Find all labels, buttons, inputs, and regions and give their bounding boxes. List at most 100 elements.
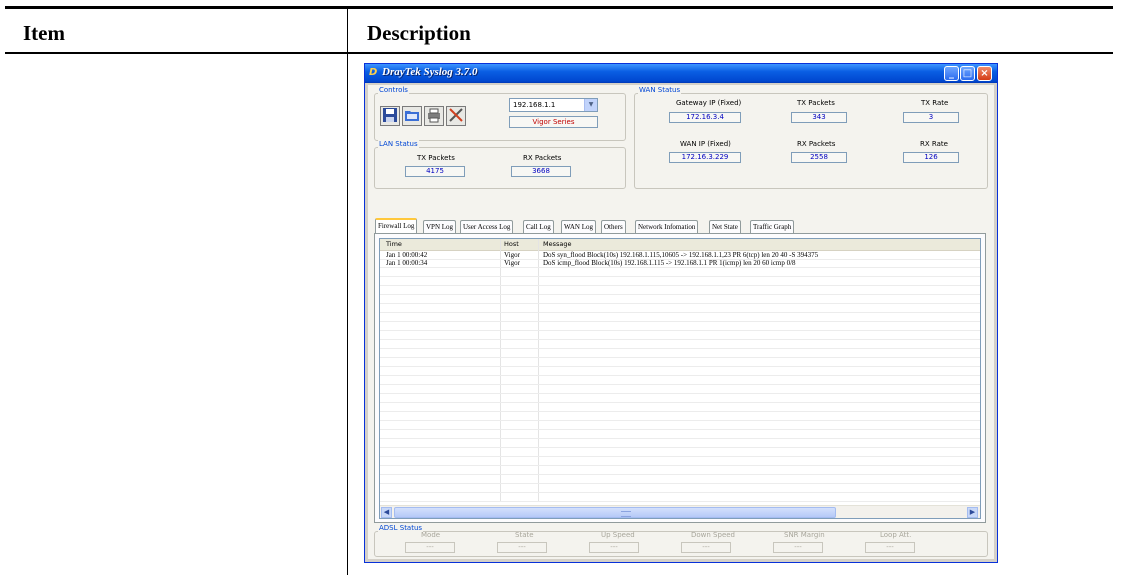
window-client-area: Controls 192.168.1.1 ▼ Vigor Series LAN … bbox=[368, 85, 994, 559]
column-message[interactable]: Message bbox=[543, 240, 572, 249]
tab-others[interactable]: Others bbox=[601, 220, 626, 233]
lan-tx-label: TX Packets bbox=[417, 154, 455, 162]
adsl-state-label: State bbox=[515, 531, 534, 539]
empty-row bbox=[380, 313, 980, 322]
empty-row bbox=[380, 358, 980, 367]
column-header-description: Description bbox=[367, 21, 471, 45]
adsl-status-group-label: ADSL Status bbox=[378, 524, 424, 532]
rx-rate-label: RX Rate bbox=[920, 140, 948, 148]
tab-user-access-log[interactable]: User Access Log bbox=[460, 220, 514, 233]
wan-status-group-label: WAN Status bbox=[638, 86, 682, 94]
empty-row bbox=[380, 484, 980, 493]
column-divider bbox=[347, 9, 348, 52]
wan-rx-packets-label: RX Packets bbox=[797, 140, 836, 148]
lan-status-group: LAN Status TX Packets 4175 RX Packets 36… bbox=[374, 140, 626, 189]
adsl-mode-label: Mode bbox=[421, 531, 441, 539]
tx-rate-label: TX Rate bbox=[921, 99, 949, 107]
gateway-ip-value: 172.16.3.4 bbox=[669, 112, 741, 123]
empty-row bbox=[380, 340, 980, 349]
adsl-down-speed-label: Down Speed bbox=[691, 531, 736, 539]
log-list-header: Time Host Message bbox=[380, 239, 980, 251]
wan-status-group: WAN Status Gateway IP (Fixed) 172.16.3.4… bbox=[634, 86, 988, 189]
empty-row bbox=[380, 277, 980, 286]
empty-row bbox=[380, 376, 980, 385]
empty-row bbox=[380, 439, 980, 448]
controls-group-label: Controls bbox=[378, 86, 409, 94]
empty-row bbox=[380, 295, 980, 304]
tools-icon[interactable] bbox=[446, 106, 466, 126]
tab-traffic-graph[interactable]: Traffic Graph bbox=[750, 220, 795, 233]
tab-net-state[interactable]: Net State bbox=[709, 220, 741, 233]
wan-tx-packets-label: TX Packets bbox=[797, 99, 835, 107]
row-host: Vigor bbox=[504, 251, 520, 259]
grip-icon bbox=[621, 511, 631, 517]
chevron-down-icon[interactable]: ▼ bbox=[584, 99, 597, 111]
empty-row bbox=[380, 385, 980, 394]
row-message: DoS syn_flood Block(10s) 192.168.1.115,1… bbox=[543, 251, 819, 259]
router-series-label: Vigor Series bbox=[509, 116, 598, 128]
adsl-snr-margin-value: --- bbox=[773, 542, 823, 553]
tab-network-information[interactable]: Network Infomation bbox=[635, 220, 699, 233]
column-time[interactable]: Time bbox=[386, 240, 402, 249]
empty-row bbox=[380, 331, 980, 340]
rx-rate-value: 126 bbox=[903, 152, 959, 163]
minimize-button[interactable]: _ bbox=[944, 66, 959, 81]
close-button[interactable]: × bbox=[977, 66, 992, 81]
tx-rate-value: 3 bbox=[903, 112, 959, 123]
adsl-up-speed-label: Up Speed bbox=[601, 531, 635, 539]
maximize-button[interactable]: □ bbox=[960, 66, 975, 81]
gateway-ip-label: Gateway IP (Fixed) bbox=[676, 99, 742, 107]
scrollbar-thumb[interactable] bbox=[394, 507, 836, 518]
save-icon[interactable] bbox=[380, 106, 400, 126]
column-host[interactable]: Host bbox=[504, 240, 519, 249]
firewall-log-panel: Time Host Message Jan 1 00:00:42 Vigor D… bbox=[374, 233, 986, 523]
empty-row bbox=[380, 466, 980, 475]
printer-icon[interactable] bbox=[424, 106, 444, 126]
empty-row bbox=[380, 268, 980, 277]
adsl-snr-margin-label: SNR Margin bbox=[784, 531, 825, 539]
row-time: Jan 1 00:00:42 bbox=[386, 251, 428, 259]
wan-ip-label: WAN IP (Fixed) bbox=[680, 140, 731, 148]
empty-row bbox=[380, 286, 980, 295]
lan-rx-value: 3668 bbox=[511, 166, 571, 177]
tab-call-log[interactable]: Call Log bbox=[523, 220, 554, 233]
wan-tx-packets-value: 343 bbox=[791, 112, 847, 123]
scroll-left-icon[interactable]: ◀ bbox=[381, 507, 392, 518]
tab-wan-log[interactable]: WAN Log bbox=[561, 220, 596, 233]
window-title: DrayTek Syslog 3.7.0 bbox=[382, 66, 478, 78]
lan-status-group-label: LAN Status bbox=[378, 140, 419, 148]
lan-tx-value: 4175 bbox=[405, 166, 465, 177]
column-header-item: Item bbox=[23, 21, 65, 45]
router-ip-value: 192.168.1.1 bbox=[513, 101, 556, 109]
empty-row bbox=[380, 349, 980, 358]
wan-rx-packets-value: 2558 bbox=[791, 152, 847, 163]
lan-rx-label: RX Packets bbox=[523, 154, 562, 162]
table-row[interactable]: Jan 1 00:00:34 Vigor DoS icmp_flood Bloc… bbox=[380, 259, 980, 268]
empty-row bbox=[380, 475, 980, 484]
title-bar[interactable]: D DrayTek Syslog 3.7.0 _ □ × bbox=[365, 64, 997, 83]
log-list[interactable]: Time Host Message Jan 1 00:00:42 Vigor D… bbox=[379, 238, 981, 519]
syslog-window: D DrayTek Syslog 3.7.0 _ □ × Controls 19… bbox=[364, 63, 998, 563]
adsl-down-speed-value: --- bbox=[681, 542, 731, 553]
tab-firewall-log[interactable]: Firewall Log bbox=[375, 218, 418, 233]
empty-row bbox=[380, 322, 980, 331]
empty-row bbox=[380, 304, 980, 313]
open-folder-icon[interactable] bbox=[402, 106, 422, 126]
tab-vpn-log[interactable]: VPN Log bbox=[423, 220, 457, 233]
row-host: Vigor bbox=[504, 259, 520, 267]
empty-row bbox=[380, 430, 980, 439]
column-divider bbox=[347, 54, 348, 575]
wan-ip-value: 172.16.3.229 bbox=[669, 152, 741, 163]
router-ip-select[interactable]: 192.168.1.1 ▼ bbox=[509, 98, 598, 112]
table-header-row: Item Description bbox=[5, 9, 1113, 52]
empty-row bbox=[380, 457, 980, 466]
adsl-state-value: --- bbox=[497, 542, 547, 553]
row-message: DoS icmp_flood Block(10s) 192.168.1.115 … bbox=[543, 259, 796, 267]
table-header-rule bbox=[5, 52, 1113, 54]
scroll-right-icon[interactable]: ▶ bbox=[967, 507, 978, 518]
horizontal-scrollbar[interactable]: ◀ ▶ bbox=[380, 505, 980, 518]
empty-row bbox=[380, 394, 980, 403]
controls-group: Controls 192.168.1.1 ▼ Vigor Series bbox=[374, 86, 626, 141]
empty-row bbox=[380, 367, 980, 376]
empty-row bbox=[380, 448, 980, 457]
